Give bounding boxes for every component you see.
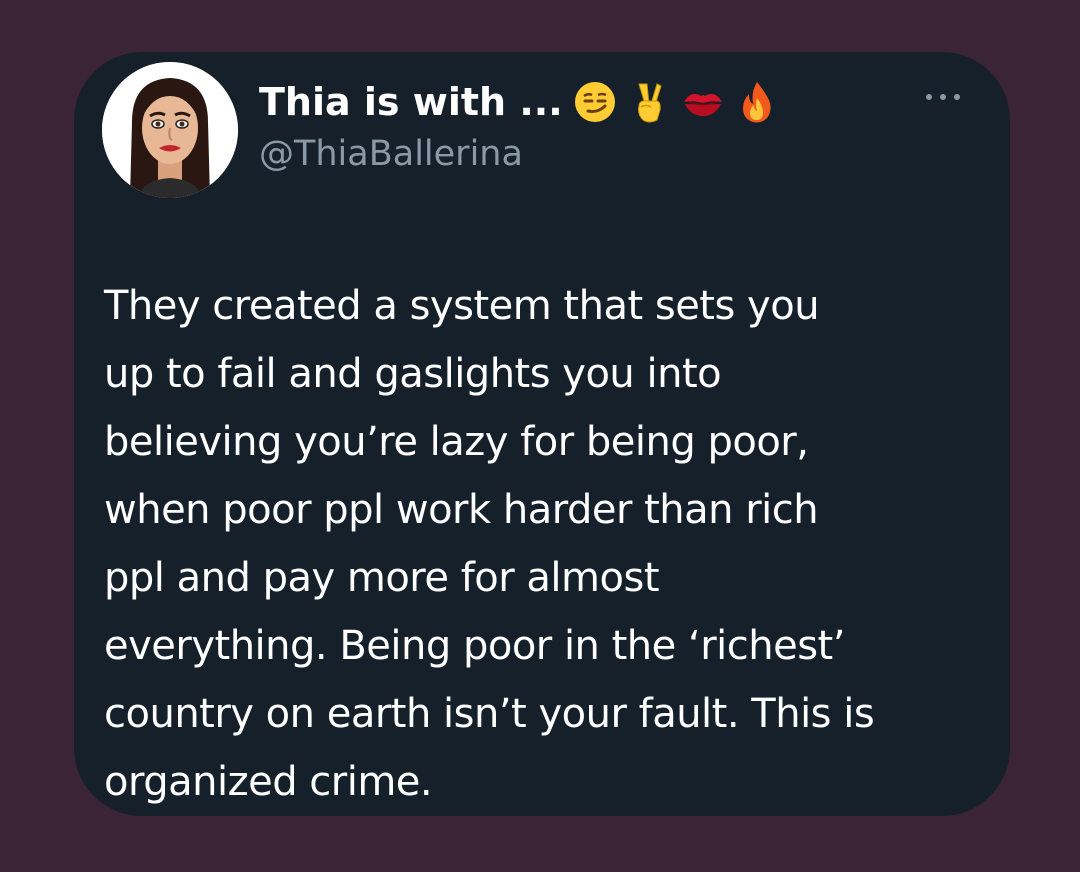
tweet-text-line: ppl and pay more for almost (104, 555, 660, 601)
author-handle[interactable]: @ThiaBallerina (259, 134, 523, 174)
display-name[interactable]: Thia is with ... (259, 74, 779, 130)
more-options-dot (954, 94, 960, 100)
tweet-text: They created a system that sets you up t… (104, 272, 994, 816)
tweet-text-line: They created a system that sets you (104, 283, 820, 329)
tweet-card: Thia is with ... @ThiaBallerina They cre… (74, 52, 1010, 816)
fire-emoji-icon (735, 80, 779, 124)
tweet-text-line: up to fail and gaslights you into (104, 351, 722, 397)
tweet-text-line: organized crime. (104, 759, 433, 805)
more-options-icon[interactable] (926, 90, 960, 104)
kiss-mark-emoji-icon (681, 80, 725, 124)
display-name-text: Thia is with ... (259, 80, 563, 124)
more-options-dot (926, 94, 932, 100)
avatar[interactable] (102, 62, 238, 198)
bitmoji-woman-avatar-icon (102, 62, 238, 198)
tweet-text-line: everything. Being poor in the ‘richest’ (104, 623, 845, 669)
tweet-text-line: believing you’re lazy for being poor, (104, 419, 809, 465)
tweet-text-line: when poor ppl work harder than rich (104, 487, 819, 533)
more-options-dot (940, 94, 946, 100)
tweet-text-line: country on earth isn’t your fault. This … (104, 691, 875, 737)
victory-hand-emoji-icon (627, 80, 671, 124)
smirking-face-emoji-icon (573, 80, 617, 124)
